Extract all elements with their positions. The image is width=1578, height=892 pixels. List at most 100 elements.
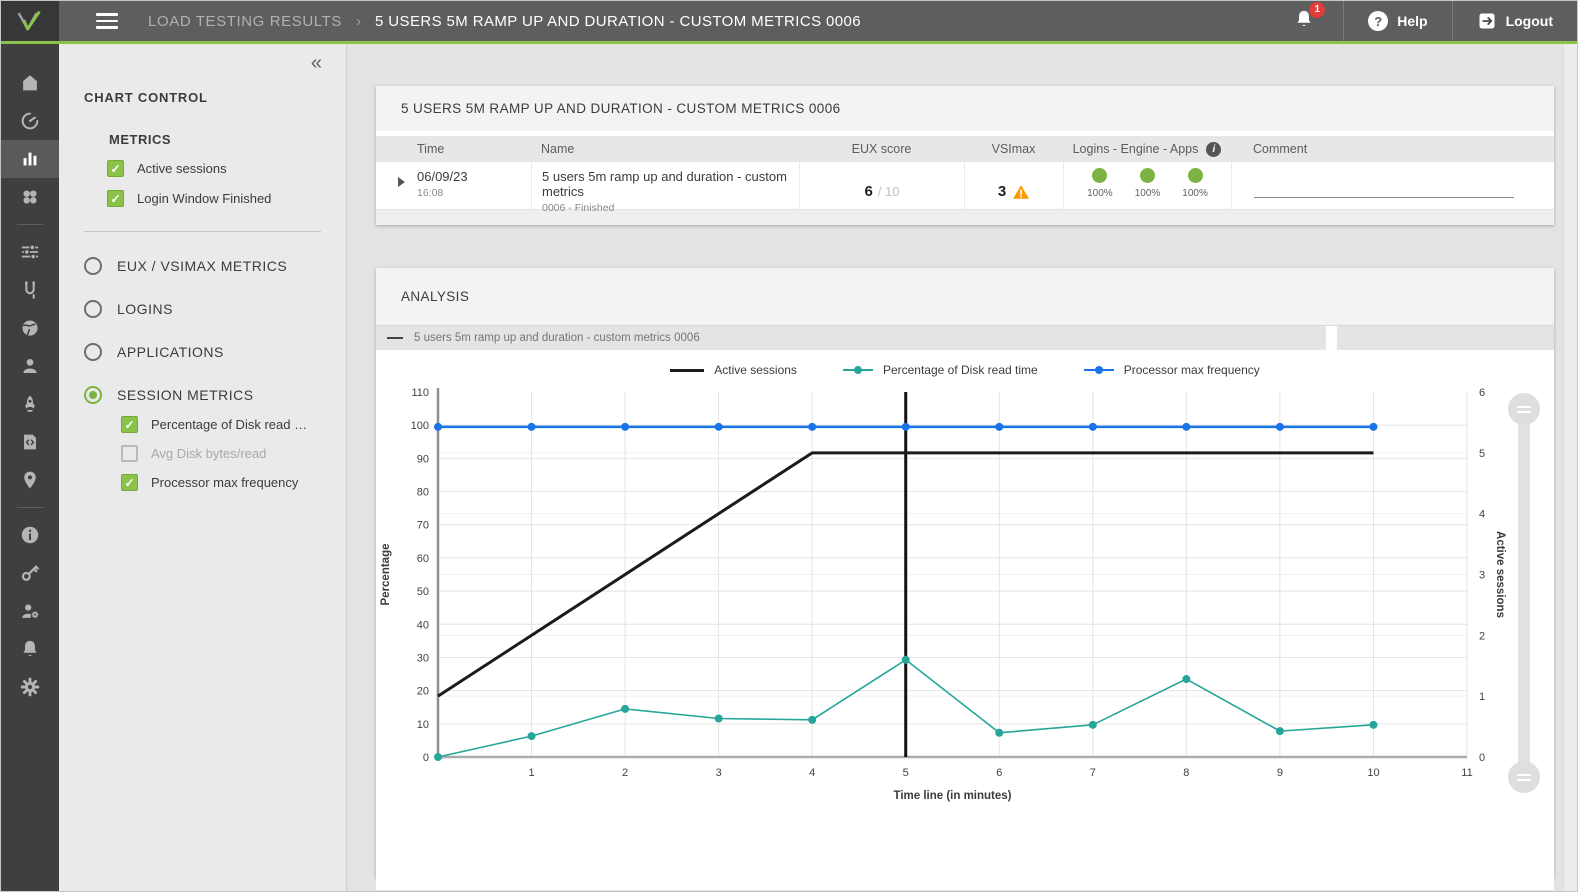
metric-group-radio-row[interactable]: APPLICATIONS xyxy=(84,343,346,361)
page-title: 5 USERS 5M RAMP UP AND DURATION - CUSTOM… xyxy=(375,13,861,30)
metric-checkbox-row[interactable]: Active sessions xyxy=(107,160,346,177)
checkbox-checked-icon[interactable] xyxy=(107,160,124,177)
svg-text:Active sessions: Active sessions xyxy=(1494,531,1506,618)
chart-series-bar: 5 users 5m ramp up and duration - custom… xyxy=(376,326,1554,350)
info-icon[interactable] xyxy=(1,516,59,554)
range-slider-track[interactable] xyxy=(1518,405,1530,781)
metric-checkbox-row[interactable]: Login Window Finished xyxy=(107,190,346,207)
checkbox-checked-icon[interactable] xyxy=(121,416,138,433)
svg-text:40: 40 xyxy=(417,619,429,631)
series-label[interactable]: 5 users 5m ramp up and duration - custom… xyxy=(414,332,700,344)
breadcrumb[interactable]: LOAD TESTING RESULTS xyxy=(148,13,342,30)
info-icon[interactable]: i xyxy=(1206,142,1221,157)
svg-text:6: 6 xyxy=(1479,387,1485,399)
svg-text:10: 10 xyxy=(417,719,429,731)
logins-percent: 100% xyxy=(1087,188,1113,199)
table-row[interactable]: 06/09/23 16:08 5 users 5m ramp up and du… xyxy=(376,162,1554,209)
series-line-swatch xyxy=(387,337,403,340)
sliders-icon[interactable] xyxy=(1,233,59,271)
page-scroll-gutter[interactable] xyxy=(1563,44,1577,891)
code-file-icon[interactable] xyxy=(1,423,59,461)
menu-icon[interactable] xyxy=(96,9,118,33)
help-button[interactable]: ? Help xyxy=(1344,1,1451,41)
svg-text:60: 60 xyxy=(417,553,429,565)
globe-icon[interactable] xyxy=(1,309,59,347)
warning-icon xyxy=(1012,184,1030,200)
bar-chart-icon[interactable] xyxy=(1,140,59,178)
radio-unselected-icon[interactable] xyxy=(84,257,102,275)
gear-icon[interactable] xyxy=(1,668,59,706)
logins-engine-apps-cell: 100% 100% 100% xyxy=(1063,162,1231,214)
metric-label: Avg Disk bytes/read xyxy=(151,446,266,461)
metric-label: Login Window Finished xyxy=(137,191,271,206)
comment-input[interactable] xyxy=(1254,197,1514,198)
analysis-card: ANALYSIS 5 users 5m ramp up and duration… xyxy=(376,268,1554,878)
svg-text:110: 110 xyxy=(411,387,429,399)
metric-checkbox-row[interactable]: Processor max frequency xyxy=(121,474,346,491)
legend-label: Percentage of Disk read time xyxy=(883,363,1038,377)
legend-item[interactable]: Percentage of Disk read time xyxy=(843,363,1038,377)
metric-group-radio-row[interactable]: SESSION METRICS xyxy=(84,386,346,404)
top-bar: LOAD TESTING RESULTS › 5 USERS 5M RAMP U… xyxy=(1,1,1577,44)
line-chart: 0102030405060708090100110012345612345678… xyxy=(376,382,1506,807)
svg-text:70: 70 xyxy=(417,520,429,532)
group-label: LOGINS xyxy=(117,301,173,317)
metric-group-radio-row[interactable]: LOGINS xyxy=(84,300,346,318)
app-logo[interactable] xyxy=(1,1,59,41)
icon-rail xyxy=(1,44,59,891)
home-icon[interactable] xyxy=(1,64,59,102)
svg-text:6: 6 xyxy=(996,767,1002,779)
map-pin-icon[interactable] xyxy=(1,461,59,499)
col-header-name: Name xyxy=(531,136,799,162)
svg-text:50: 50 xyxy=(417,586,429,598)
metric-checkbox-row[interactable]: Percentage of Disk read … xyxy=(121,416,346,433)
svg-text:1: 1 xyxy=(1479,691,1485,703)
chart-area: Active sessions Percentage of Disk read t… xyxy=(376,363,1554,890)
col-header-eux-score: EUX score xyxy=(799,136,964,162)
logout-icon xyxy=(1477,11,1497,31)
legend-item[interactable]: Processor max frequency xyxy=(1084,363,1260,377)
gauge-icon[interactable] xyxy=(1,102,59,140)
col-header-time: Time xyxy=(411,136,531,162)
svg-text:1: 1 xyxy=(528,767,534,779)
svg-text:11: 11 xyxy=(1461,767,1472,779)
test-results-card: 5 USERS 5M RAMP UP AND DURATION - CUSTOM… xyxy=(376,86,1554,225)
legend-swatch xyxy=(1084,369,1114,372)
cable-icon[interactable] xyxy=(1,271,59,309)
apps-icon[interactable] xyxy=(1,178,59,216)
help-label: Help xyxy=(1397,13,1427,29)
svg-text:9: 9 xyxy=(1277,767,1283,779)
checkbox-checked-icon[interactable] xyxy=(121,474,138,491)
svg-text:2: 2 xyxy=(1479,630,1485,642)
svg-text:10: 10 xyxy=(1367,767,1379,779)
radio-unselected-icon[interactable] xyxy=(84,300,102,318)
range-slider-top-handle[interactable] xyxy=(1508,393,1540,425)
user-gear-icon[interactable] xyxy=(1,592,59,630)
checkbox-checked-icon[interactable] xyxy=(107,190,124,207)
range-slider-bottom-handle[interactable] xyxy=(1508,761,1540,793)
checkbox-unchecked-icon[interactable] xyxy=(121,445,138,462)
legend-item[interactable]: Active sessions xyxy=(670,363,797,377)
help-icon: ? xyxy=(1368,11,1388,31)
radio-selected-icon[interactable] xyxy=(84,386,102,404)
logout-button[interactable]: Logout xyxy=(1453,1,1577,41)
svg-text:7: 7 xyxy=(1090,767,1096,779)
col-header-comment: Comment xyxy=(1231,136,1554,162)
svg-text:Percentage: Percentage xyxy=(380,543,392,605)
user-icon[interactable] xyxy=(1,347,59,385)
expand-row-icon[interactable] xyxy=(398,177,405,187)
collapse-panel-icon[interactable]: « xyxy=(311,52,322,75)
svg-text:Time line (in minutes): Time line (in minutes) xyxy=(894,790,1012,802)
eux-score-max: / 10 xyxy=(878,184,900,199)
radio-unselected-icon[interactable] xyxy=(84,343,102,361)
bell-icon[interactable] xyxy=(1,630,59,668)
metric-label: Percentage of Disk read … xyxy=(151,417,307,432)
legend-label: Processor max frequency xyxy=(1124,363,1260,377)
logo-icon xyxy=(13,8,47,35)
key-icon[interactable] xyxy=(1,554,59,592)
rocket-icon[interactable] xyxy=(1,385,59,423)
metric-checkbox-row[interactable]: Avg Disk bytes/read xyxy=(121,445,346,462)
y-axis-range-slider[interactable] xyxy=(1508,395,1540,791)
notifications-button[interactable]: 1 xyxy=(1293,8,1315,35)
metric-group-radio-row[interactable]: EUX / VSIMAX METRICS xyxy=(84,257,346,275)
